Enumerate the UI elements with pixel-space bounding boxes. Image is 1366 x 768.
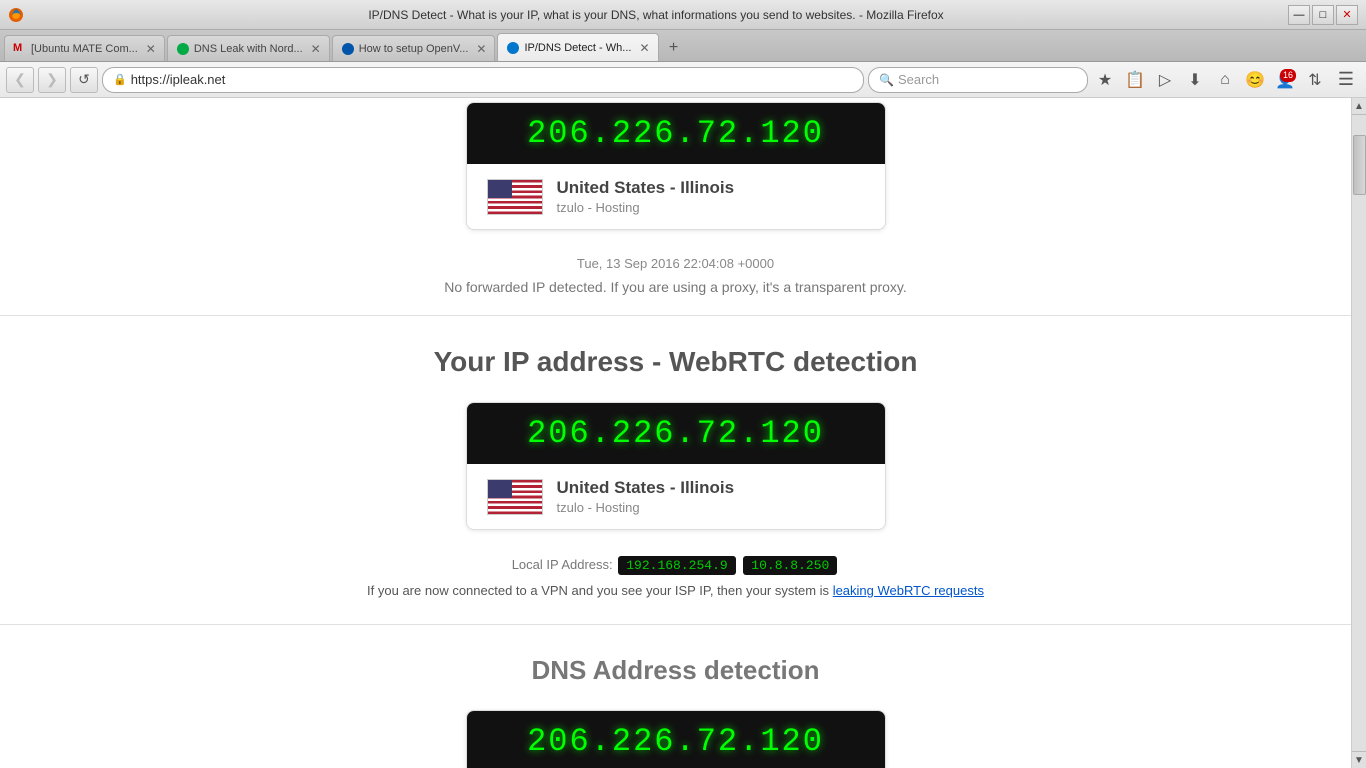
ip-display-top: 206.226.72.120 [467,103,885,164]
title-bar-left [8,7,24,23]
ip-isp-top: tzulo - Hosting [557,200,865,215]
window-title: IP/DNS Detect - What is your IP, what is… [24,8,1288,22]
tab-gmail-close[interactable]: ✕ [146,42,156,56]
search-placeholder: Search [898,72,939,87]
content-area: 206.226.72.120 United States - Illinois … [0,98,1366,768]
tab-bar: M [Ubuntu MATE Com... ✕ DNS Leak with No… [0,30,1366,62]
ip-card-top: 206.226.72.120 United States - Illinois … [466,102,886,230]
flag-us-webrtc [487,479,543,515]
tab-dnsleak-label: DNS Leak with Nord... [194,43,303,55]
tab-gmail-label: [Ubuntu MATE Com... [31,43,138,55]
timestamp: Tue, 13 Sep 2016 22:04:08 +0000 [0,248,1351,275]
webrtc-heading: Your IP address - WebRTC detection [0,326,1351,398]
search-bar[interactable]: 🔍 Search [868,67,1088,93]
tab-openvpn[interactable]: How to setup OpenV... ✕ [332,35,496,61]
ipleak-favicon [506,41,520,55]
tab-dnsleak-close[interactable]: ✕ [311,42,321,56]
title-bar: IP/DNS Detect - What is your IP, what is… [0,0,1366,30]
flag-canton-top [488,180,512,198]
ip-country-webrtc: United States - Illinois [557,478,865,498]
dnsleak-favicon [176,42,190,56]
local-ip-row: Local IP Address: 192.168.254.9 10.8.8.2… [0,548,1351,579]
reload-button[interactable]: ↺ [70,67,98,93]
divider-2 [0,624,1351,625]
pocket-button[interactable]: ▷ [1152,67,1178,93]
tab-ipleak[interactable]: IP/DNS Detect - Wh... ✕ [497,33,658,61]
url-text: https://ipleak.net [131,72,853,87]
page-content: 206.226.72.120 United States - Illinois … [0,98,1351,768]
dns-heading: DNS Address detection [0,635,1351,706]
sync-button[interactable]: ⇅ [1302,67,1328,93]
bookmarks-star-button[interactable]: ★ [1092,67,1118,93]
ip-info-top: United States - Illinois tzulo - Hosting [467,164,885,229]
tab-ipleak-close[interactable]: ✕ [639,41,649,55]
local-ip-1: 192.168.254.9 [618,556,735,575]
emoji-button[interactable]: 😊 [1242,67,1268,93]
notifications-button[interactable]: 👤 16 [1272,67,1298,93]
openvpn-favicon [341,42,355,56]
ip-number-dns: 206.226.72.120 [487,723,865,760]
minimize-button[interactable]: — [1288,5,1310,25]
ip-number-webrtc: 206.226.72.120 [487,415,865,452]
hamburger-menu-button[interactable]: ☰ [1332,67,1360,93]
back-button[interactable]: ❮ [6,67,34,93]
firefox-icon [8,7,24,23]
close-button[interactable]: ✕ [1336,5,1358,25]
vpn-leak-text: If you are now connected to a VPN and yo… [367,583,829,598]
gmail-favicon: M [13,42,27,56]
tab-openvpn-close[interactable]: ✕ [476,42,486,56]
forward-button[interactable]: ❯ [38,67,66,93]
reading-list-button[interactable]: 📋 [1122,67,1148,93]
ip-card-dns: 206.226.72.120 United States - Illinois [466,710,886,768]
tab-openvpn-label: How to setup OpenV... [359,43,469,55]
tab-gmail[interactable]: M [Ubuntu MATE Com... ✕ [4,35,165,61]
ip-display-dns: 206.226.72.120 [467,711,885,768]
new-tab-button[interactable]: + [661,35,687,61]
nav-icons: ★ 📋 ▷ ⬇ ⌂ 😊 👤 16 ⇅ ☰ [1092,67,1360,93]
flag-canton-webrtc [488,480,512,498]
ipleak-body: 206.226.72.120 United States - Illinois … [0,98,1351,768]
scroll-thumb[interactable] [1353,135,1366,195]
ip-country-top: United States - Illinois [557,178,865,198]
ip-isp-webrtc: tzulo - Hosting [557,500,865,515]
ip-location-top: United States - Illinois tzulo - Hosting [557,178,865,215]
window-controls[interactable]: — □ ✕ [1288,5,1358,25]
ip-card-webrtc: 206.226.72.120 United States - Illinois … [466,402,886,530]
lock-icon: 🔒 [113,73,127,86]
badge-count: 16 [1280,69,1296,82]
ip-location-webrtc: United States - Illinois tzulo - Hosting [557,478,865,515]
scroll-down-button[interactable]: ▼ [1352,751,1366,768]
nav-bar: ❮ ❯ ↺ 🔒 https://ipleak.net 🔍 Search ★ 📋 … [0,62,1366,98]
search-icon: 🔍 [879,73,894,87]
scroll-track[interactable] [1352,115,1366,751]
local-ip-2: 10.8.8.250 [743,556,837,575]
divider-1 [0,315,1351,316]
ip-display-webrtc: 206.226.72.120 [467,403,885,464]
maximize-button[interactable]: □ [1312,5,1334,25]
tab-ipleak-label: IP/DNS Detect - Wh... [524,42,631,54]
no-forward-msg: No forwarded IP detected. If you are usi… [0,275,1351,305]
vpn-leak-link[interactable]: leaking WebRTC requests [833,583,984,598]
ip-info-webrtc: United States - Illinois tzulo - Hosting [467,464,885,529]
ip-number-top: 206.226.72.120 [487,115,865,152]
scrollbar[interactable]: ▲ ▼ [1351,98,1366,768]
scroll-up-button[interactable]: ▲ [1352,98,1366,115]
vpn-leak-row: If you are now connected to a VPN and yo… [0,579,1351,614]
tab-dnsleak[interactable]: DNS Leak with Nord... ✕ [167,35,330,61]
url-bar[interactable]: 🔒 https://ipleak.net [102,67,864,93]
flag-us-top [487,179,543,215]
download-button[interactable]: ⬇ [1182,67,1208,93]
home-button[interactable]: ⌂ [1212,67,1238,93]
local-ip-label: Local IP Address: [512,557,613,572]
